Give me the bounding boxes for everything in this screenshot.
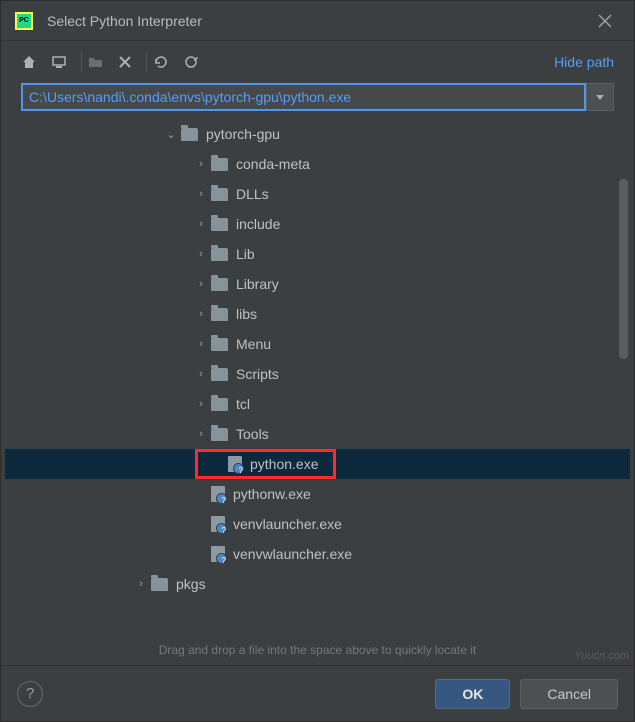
file-tree[interactable]: ⌄ pytorch-gpu › conda-meta › DLLs › include › Lib… [5,119,630,637]
folder-icon [211,158,228,171]
node-label: Menu [236,336,271,352]
node-label: venvwlauncher.exe [233,546,352,562]
folder-node[interactable]: › Library [5,269,630,299]
folder-icon [211,218,228,231]
folder-icon [211,428,228,441]
show-hidden-icon[interactable] [183,54,199,70]
pycharm-icon: PC [15,12,33,30]
refresh-icon[interactable] [153,54,169,70]
folder-icon [211,248,228,261]
path-row [1,83,634,117]
folder-icon [211,338,228,351]
path-dropdown[interactable] [586,83,614,111]
folder-node[interactable]: ⌄ pytorch-gpu [5,119,630,149]
node-label: venvlauncher.exe [233,516,342,532]
file-node[interactable]: ? venvwlauncher.exe [5,539,630,569]
chevron-right-icon[interactable]: › [195,398,207,410]
folder-node[interactable]: › Lib [5,239,630,269]
selection-highlight: ? python.exe [195,449,336,479]
node-label: Lib [236,246,255,262]
file-node[interactable]: ? pythonw.exe [5,479,630,509]
file-node[interactable]: ? venvlauncher.exe [5,509,630,539]
ok-button[interactable]: OK [435,679,510,709]
chevron-right-icon[interactable]: › [195,308,207,320]
path-input[interactable] [21,83,586,111]
chevron-right-icon[interactable]: › [135,578,147,590]
chevron-right-icon[interactable]: › [195,158,207,170]
node-label: include [236,216,280,232]
node-label: pytorch-gpu [206,126,280,142]
folder-node[interactable]: › tcl [5,389,630,419]
folder-icon [211,368,228,381]
toolbar: Hide path [1,41,634,83]
node-label: conda-meta [236,156,310,172]
chevron-right-icon[interactable]: › [195,278,207,290]
help-button[interactable]: ? [17,681,43,707]
footer: ? OK Cancel [1,665,634,721]
folder-node[interactable]: › conda-meta [5,149,630,179]
cancel-button[interactable]: Cancel [520,679,618,709]
folder-icon [211,278,228,291]
dialog-title: Select Python Interpreter [47,13,590,29]
separator [81,52,82,72]
node-label: Tools [236,426,269,442]
new-folder-icon[interactable] [88,54,104,70]
node-label: pythonw.exe [233,486,311,502]
folder-node[interactable]: › Tools [5,419,630,449]
hint-text: Drag and drop a file into the space abov… [1,637,634,665]
folder-node[interactable]: › Menu [5,329,630,359]
chevron-right-icon[interactable]: › [195,338,207,350]
hide-path-link[interactable]: Hide path [554,54,614,70]
node-label: Library [236,276,279,292]
chevron-right-icon[interactable]: › [195,218,207,230]
node-label: DLLs [236,186,269,202]
folder-node[interactable]: › DLLs [5,179,630,209]
close-button[interactable] [590,10,620,32]
desktop-icon[interactable] [51,54,67,70]
folder-node[interactable]: › pkgs [5,569,630,599]
node-label: python.exe [250,456,319,472]
node-label: Scripts [236,366,279,382]
node-label: tcl [236,396,250,412]
folder-icon [211,308,228,321]
home-icon[interactable] [21,54,37,70]
node-label: pkgs [176,576,206,592]
folder-icon [151,578,168,591]
watermark: Yuucn.com [574,650,629,662]
separator [146,52,147,72]
node-label: libs [236,306,257,322]
delete-icon[interactable] [118,55,132,69]
file-icon: ? [211,486,225,502]
file-node[interactable]: ? python.exe [5,449,630,479]
folder-icon [181,128,198,141]
chevron-right-icon[interactable]: › [195,368,207,380]
file-icon: ? [211,546,225,562]
titlebar: PC Select Python Interpreter [1,1,634,41]
file-icon: ? [228,456,242,472]
folder-node[interactable]: › libs [5,299,630,329]
folder-node[interactable]: › include [5,209,630,239]
file-icon: ? [211,516,225,532]
folder-icon [211,398,228,411]
chevron-down-icon[interactable]: ⌄ [165,128,177,141]
chevron-right-icon[interactable]: › [195,428,207,440]
chevron-right-icon[interactable]: › [195,248,207,260]
dialog: PC Select Python Interpreter Hide path [0,0,635,722]
scrollbar[interactable] [619,179,628,359]
chevron-right-icon[interactable]: › [195,188,207,200]
folder-icon [211,188,228,201]
folder-node[interactable]: › Scripts [5,359,630,389]
